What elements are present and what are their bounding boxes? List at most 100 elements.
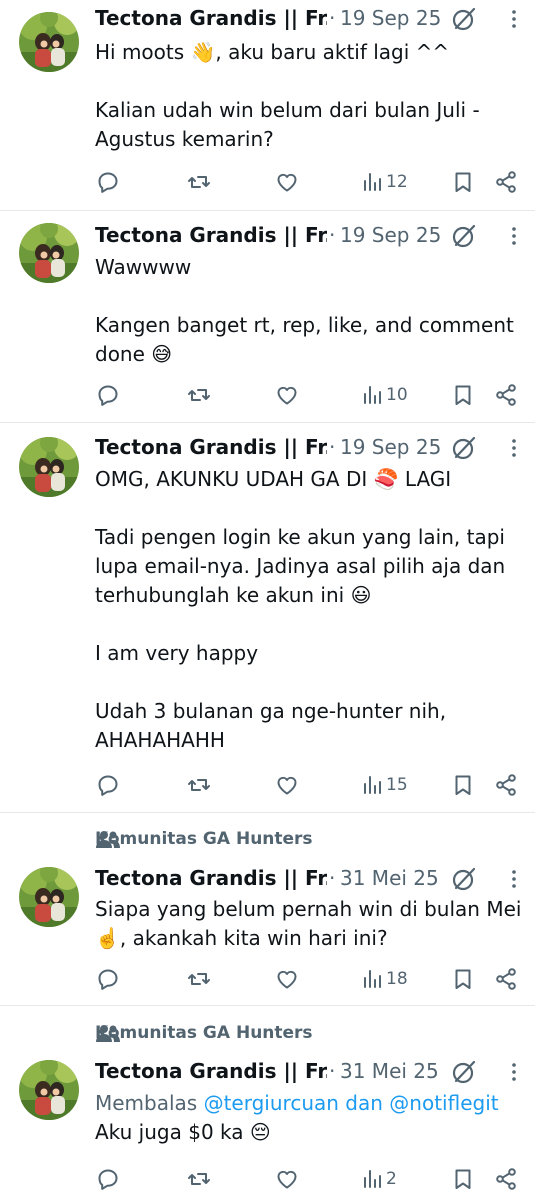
retweet-button[interactable] (187, 381, 213, 409)
tweet-line: Agustus kemarin? (95, 127, 274, 151)
tweet-text: Wawwww Kangen banget rt, rep, like, and … (95, 253, 525, 369)
tweet-line: done 😅 (95, 342, 173, 366)
more-options-icon[interactable] (504, 225, 524, 247)
tweet-line: ☝️, akankah kita win hari ini? (95, 926, 388, 950)
reply-button[interactable] (96, 1165, 122, 1193)
retweet-button[interactable] (187, 168, 213, 196)
action-bar: 12 (0, 168, 535, 196)
tweet-line (95, 67, 525, 96)
grok-icon[interactable] (451, 866, 477, 892)
grok-icon[interactable] (451, 223, 477, 249)
like-button[interactable] (275, 771, 301, 799)
grok-icon[interactable] (451, 435, 477, 461)
views-button[interactable]: 10 (362, 381, 422, 409)
reply-button[interactable] (96, 771, 122, 799)
share-button[interactable] (494, 965, 520, 993)
views-button[interactable]: 12 (362, 168, 422, 196)
share-button[interactable] (494, 168, 520, 196)
action-bar: 10 (0, 381, 535, 409)
views-count: 2 (386, 1169, 397, 1189)
bookmark-button[interactable] (451, 771, 477, 799)
tweet-date[interactable]: 19 Sep 25 (340, 4, 441, 32)
tweet-line: Udah 3 bulanan ga nge-hunter nih, (95, 699, 447, 723)
views-button[interactable]: 15 (362, 771, 422, 799)
like-button[interactable] (275, 965, 301, 993)
avatar[interactable] (19, 437, 79, 497)
mention-link[interactable]: @notiflegit (389, 1091, 498, 1115)
reply-button[interactable] (96, 381, 122, 409)
author-name[interactable]: Tectona Grandis || Fr... (95, 4, 327, 32)
tweet-line: Hi moots 👋, aku baru aktif lagi ^^ (95, 40, 450, 64)
avatar[interactable] (19, 223, 79, 283)
tweet-header: Tectona Grandis || Fr... · 31 Mei 25 (95, 864, 535, 892)
author-name[interactable]: Tectona Grandis || Fr... (95, 221, 327, 249)
tweet-date[interactable]: 19 Sep 25 (340, 433, 441, 461)
tweet-date[interactable]: 31 Mei 25 (340, 864, 439, 892)
views-button[interactable]: 18 (362, 965, 422, 993)
tweet-line: OMG, AKUNKU UDAH GA DI 🍣 LAGI (95, 467, 452, 491)
replying-joiner: dan (345, 1091, 383, 1115)
reply-button[interactable] (96, 168, 122, 196)
share-button[interactable] (494, 771, 520, 799)
bookmark-button[interactable] (451, 965, 477, 993)
community-label[interactable]: Komunitas GA Hunters (55, 1021, 535, 1045)
like-button[interactable] (275, 381, 301, 409)
views-count: 15 (386, 775, 408, 795)
more-options-icon[interactable] (504, 8, 524, 30)
tweet-line: Siapa yang belum pernah win di bulan Mei (95, 897, 522, 921)
separator-dot: · (329, 866, 336, 890)
avatar[interactable] (19, 1060, 79, 1120)
tweet-line: Aku juga $0 ka 😔 (95, 1120, 271, 1144)
community-name: Komunitas GA Hunters (95, 1023, 313, 1043)
tweet-line (95, 668, 525, 697)
tweet-header: Tectona Grandis || Fr... · 19 Sep 25 (95, 4, 535, 32)
retweet-button[interactable] (187, 1165, 213, 1193)
replying-to: Membalas @tergiurcuan dan @notiflegit (95, 1089, 525, 1118)
tweet-text: Siapa yang belum pernah win di bulan Mei… (95, 895, 525, 953)
bookmark-button[interactable] (451, 168, 477, 196)
tweet-date[interactable]: 31 Mei 25 (340, 1057, 439, 1085)
action-bar: 18 (0, 965, 535, 993)
author-name[interactable]: Tectona Grandis || Fr... (95, 864, 327, 892)
tweet-line: I am very happy (95, 641, 259, 665)
bookmark-button[interactable] (451, 381, 477, 409)
views-button[interactable]: 2 (362, 1165, 422, 1193)
avatar[interactable] (19, 867, 79, 927)
action-bar: 15 (0, 771, 535, 799)
community-name: Komunitas GA Hunters (95, 829, 313, 849)
grok-icon[interactable] (451, 1059, 477, 1085)
share-button[interactable] (494, 381, 520, 409)
tweet[interactable]: Tectona Grandis || Fr... · 19 Sep 25 OMG… (0, 423, 535, 812)
separator-dot: · (329, 6, 336, 30)
views-count: 18 (386, 969, 408, 989)
more-options-icon[interactable] (504, 437, 524, 459)
tweet-date[interactable]: 19 Sep 25 (340, 221, 441, 249)
grok-icon[interactable] (451, 6, 477, 32)
tweet-line: Kangen banget rt, rep, like, and comment (95, 313, 514, 337)
tweet-header: Tectona Grandis || Fr... · 31 Mei 25 (95, 1057, 535, 1085)
avatar[interactable] (19, 12, 79, 72)
author-name[interactable]: Tectona Grandis || Fr... (95, 433, 327, 461)
like-button[interactable] (275, 168, 301, 196)
tweet-line (95, 610, 525, 639)
bookmark-button[interactable] (451, 1165, 477, 1193)
tweet-line: Wawwww (95, 255, 192, 279)
more-options-icon[interactable] (504, 868, 524, 890)
tweet[interactable]: Tectona Grandis || Fr... · 19 Sep 25 Waw… (0, 211, 535, 422)
tweet[interactable]: Tectona Grandis || Fr... · 19 Sep 25 Hi … (0, 0, 535, 210)
author-name[interactable]: Tectona Grandis || Fr... (95, 1057, 327, 1085)
like-button[interactable] (275, 1165, 301, 1193)
tweet-line (95, 282, 525, 311)
tweet-header: Tectona Grandis || Fr... · 19 Sep 25 (95, 433, 535, 461)
separator-dot: · (329, 223, 336, 247)
tweet[interactable]: Komunitas GA Hunters Tectona Grandis || … (0, 1006, 535, 1200)
retweet-button[interactable] (187, 965, 213, 993)
more-options-icon[interactable] (504, 1061, 524, 1083)
retweet-button[interactable] (187, 771, 213, 799)
tweet[interactable]: Komunitas GA Hunters Tectona Grandis || … (0, 813, 535, 1005)
reply-button[interactable] (96, 965, 122, 993)
mention-link[interactable]: @tergiurcuan (204, 1091, 339, 1115)
community-label[interactable]: Komunitas GA Hunters (55, 827, 535, 851)
share-button[interactable] (494, 1165, 520, 1193)
replying-prefix: Membalas (95, 1091, 198, 1115)
